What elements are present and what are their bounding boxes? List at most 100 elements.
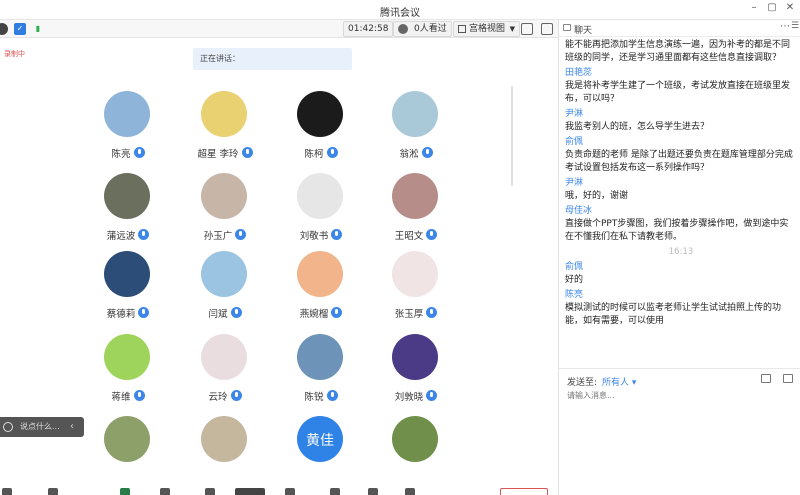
viewers-button[interactable]: 0人看过 — [393, 21, 452, 37]
toolbar-icon[interactable] — [48, 488, 58, 495]
mic-icon — [331, 229, 343, 240]
chat-message-list[interactable]: 能不能再把添加学生信息演练一遍，因为补考的都是不同班级的同学，还是学习通里面都有… — [565, 39, 797, 379]
mic-icon — [138, 229, 150, 240]
toolbar-icon[interactable] — [330, 488, 340, 495]
participant-tile[interactable]: 云玲 — [180, 334, 270, 404]
avatar — [392, 251, 438, 297]
chat-message: 16:13 — [565, 246, 797, 259]
emoji-icon[interactable] — [3, 422, 13, 432]
window-title: 腾讯会议 — [380, 8, 420, 19]
avatar — [104, 173, 150, 219]
toolbar-icon[interactable] — [120, 488, 130, 495]
chat-message: 俞佩 负责命题的老师 是除了出题还要负责在题库管理部分完成考试设置包括发布这一系列… — [565, 136, 797, 175]
mic-icon — [230, 307, 242, 318]
say-something-input[interactable]: 说点什么... ‹ — [0, 417, 84, 437]
chat-panel: 聊天 ⋯ ☰ 能不能再把添加学生信息演练一遍，因为补考的都是不同班级的同学，还是… — [558, 20, 800, 495]
fullscreen-icon[interactable] — [521, 23, 533, 35]
message-sender[interactable]: 母佳冰 — [565, 205, 797, 218]
chat-message: 尹淋 哦，好的，谢谢 — [565, 177, 797, 203]
close-panel-icon[interactable]: ☰ — [791, 21, 799, 31]
participant-tile[interactable] — [371, 416, 461, 486]
avatar: 黄佳 — [297, 416, 343, 462]
participant-name: 蒲远波 — [83, 228, 173, 242]
collapse-chevron-icon[interactable]: ‹ — [70, 417, 74, 437]
participant-tile[interactable]: 刘敬书 — [276, 173, 366, 243]
recording-indicator: 录制中 — [4, 50, 25, 58]
participant-tile[interactable]: 黄佳 — [276, 416, 366, 486]
message-sender[interactable]: 尹淋 — [565, 108, 797, 121]
chevron-down-icon: ▼ — [509, 25, 516, 33]
mic-icon — [133, 390, 145, 401]
message-text: 直接做个PPT步骤图，我们按着步骤操作吧，做到途中实在不懂我们在私下请教老师。 — [565, 219, 789, 242]
chat-message: 能不能再把添加学生信息演练一遍，因为补考的都是不同班级的同学，还是学习通里面都有… — [565, 39, 797, 65]
toolbar-icon[interactable] — [405, 488, 415, 495]
file-icon[interactable] — [761, 374, 771, 383]
participant-tile[interactable]: 陈亮 — [83, 91, 173, 161]
avatar — [104, 91, 150, 137]
avatar — [297, 91, 343, 137]
participant-tile[interactable]: 燕婉榴 — [276, 251, 366, 321]
message-sender[interactable]: 陈亮 — [565, 289, 797, 302]
participant-tile[interactable]: 翁淞 — [371, 91, 461, 161]
signal-icon[interactable]: ▮ — [32, 23, 44, 35]
minimize-button[interactable]: – — [746, 2, 762, 13]
participant-tile[interactable]: 王昭文 — [371, 173, 461, 243]
speaking-indicator: 正在讲话： — [193, 48, 352, 70]
toolbar-icon[interactable] — [160, 488, 170, 495]
participant-tile[interactable]: 蒋维 — [83, 334, 173, 404]
shield-icon[interactable]: ✓ — [14, 23, 26, 35]
message-sender[interactable]: 俞佩 — [565, 136, 797, 149]
mic-icon — [138, 307, 150, 318]
avatar — [201, 251, 247, 297]
participant-name: 燕婉榴 — [276, 306, 366, 320]
message-text: 我监考别人的班，怎么导学生进去？ — [565, 122, 710, 132]
avatar — [201, 91, 247, 137]
avatar — [201, 334, 247, 380]
avatar — [392, 334, 438, 380]
close-button[interactable]: ✕ — [782, 2, 798, 13]
message-sender[interactable]: 俞佩 — [565, 261, 797, 274]
participant-tile[interactable]: 陈柯 — [276, 91, 366, 161]
toolbar-icon[interactable] — [2, 488, 12, 495]
participant-tile[interactable]: 超星 李玲 — [180, 91, 270, 161]
participant-tile[interactable]: 刘敦晓 — [371, 334, 461, 404]
participant-tile[interactable]: 张玉厚 — [371, 251, 461, 321]
send-to-select[interactable]: 所有人 ▾ — [602, 375, 636, 388]
grid-scrollbar[interactable] — [511, 86, 513, 186]
chat-message: 俞佩 好的 — [565, 261, 797, 287]
end-meeting-button[interactable] — [500, 488, 548, 495]
more-icon[interactable]: ⋯ — [780, 21, 790, 32]
view-mode-select[interactable]: 宫格视图 ▼ — [453, 21, 521, 37]
message-text: 模拟测试的时候可以监考老师让学生试试拍照上传的功能，如有需要，可以使用 — [565, 303, 782, 326]
chat-message: 田艳蕊 我是将补考学生建了一个班级，考试发放直接在班级里发布，可以吗？ — [565, 67, 797, 106]
toolbar-icon[interactable] — [368, 488, 378, 495]
image-icon[interactable] — [783, 374, 793, 383]
chat-input[interactable] — [567, 391, 767, 400]
avatar — [392, 416, 438, 462]
avatar — [201, 416, 247, 462]
meeting-info-icon[interactable] — [0, 23, 8, 35]
message-sender[interactable]: 田艳蕊 — [565, 67, 797, 80]
toolbar-icon[interactable] — [285, 488, 295, 495]
toolbar-icon[interactable] — [205, 488, 215, 495]
message-sender[interactable]: 尹淋 — [565, 177, 797, 190]
mic-icon — [421, 147, 433, 158]
participant-name: 闫斌 — [180, 306, 270, 320]
layout-toggle-icon[interactable] — [541, 23, 553, 35]
meeting-window: 腾讯会议 – ▢ ✕ ✓ ▮ 01:42:58 0人看过 宫格视图 ▼ 录制中 … — [0, 0, 800, 495]
toolbar-icon[interactable] — [235, 488, 265, 495]
mic-icon — [230, 390, 242, 401]
participant-tile[interactable]: 蔡德莉 — [83, 251, 173, 321]
view-mode-label: 宫格视图 — [469, 24, 506, 34]
mic-icon — [133, 147, 145, 158]
participant-tile[interactable] — [83, 416, 173, 486]
participant-tile[interactable] — [180, 416, 270, 486]
participant-tile[interactable]: 蒲远波 — [83, 173, 173, 243]
message-text: 我是将补考学生建了一个班级，考试发放直接在班级里发布，可以吗？ — [565, 81, 791, 104]
participant-tile[interactable]: 闫斌 — [180, 251, 270, 321]
mic-icon — [235, 229, 247, 240]
participant-tile[interactable]: 孙玉广 — [180, 173, 270, 243]
message-text: 能不能再把添加学生信息演练一遍，因为补考的都是不同班级的同学，还是学习通里面都有… — [565, 40, 791, 63]
maximize-button[interactable]: ▢ — [764, 2, 780, 13]
participant-tile[interactable]: 陈锐 — [276, 334, 366, 404]
